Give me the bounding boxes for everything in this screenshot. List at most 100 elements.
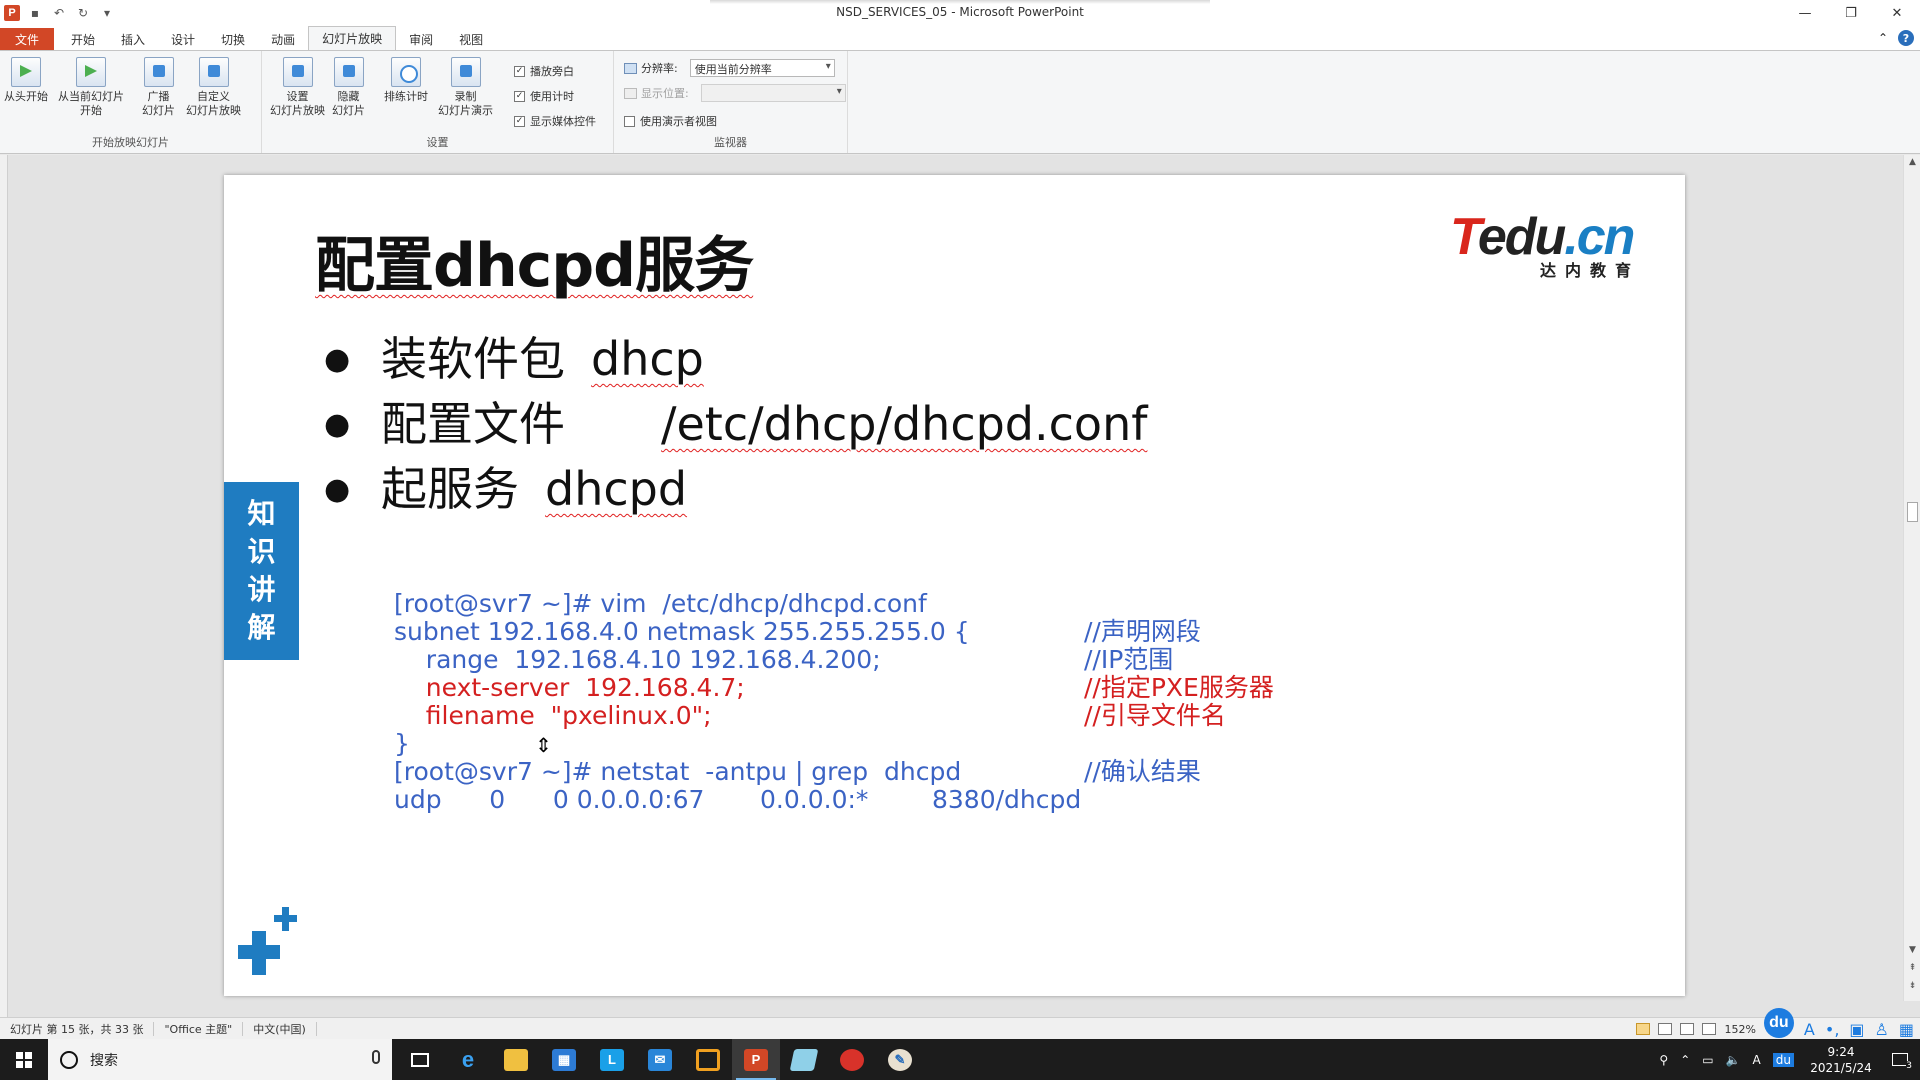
save-icon[interactable]: ▪ bbox=[26, 4, 44, 22]
taskbar-mail[interactable]: ✉ bbox=[636, 1039, 684, 1080]
ime-toolbox-icon[interactable]: ▣ bbox=[1849, 1020, 1864, 1039]
thumbnail-pane-collapsed[interactable] bbox=[0, 155, 8, 1017]
show-on-dropdown[interactable] bbox=[700, 84, 846, 102]
show-hidden-icons[interactable]: ⌃ bbox=[1680, 1053, 1690, 1067]
taskbar-remote-app[interactable] bbox=[684, 1039, 732, 1080]
previous-slide-icon[interactable]: ⇞ bbox=[1904, 963, 1920, 979]
ime-menu-icon[interactable]: ▦ bbox=[1899, 1020, 1914, 1039]
bullet-dot-icon: ● bbox=[324, 342, 351, 377]
tray-baidu-ime-icon[interactable]: du bbox=[1772, 1052, 1794, 1067]
slide-sorter-view-icon[interactable] bbox=[1658, 1023, 1673, 1035]
store-icon: ▦ bbox=[552, 1048, 576, 1071]
tab-review[interactable]: 审阅 bbox=[396, 28, 446, 50]
start-button[interactable] bbox=[0, 1039, 48, 1080]
restore-button[interactable]: ❐ bbox=[1828, 0, 1874, 26]
ime-mode-indicator[interactable]: A bbox=[1804, 1020, 1815, 1039]
code-comment: //IP范围 bbox=[1084, 645, 1174, 674]
play-narrations-checkbox[interactable]: ✓ 播放旁白 bbox=[514, 63, 574, 79]
taskbar-notepad[interactable] bbox=[780, 1039, 828, 1080]
next-slide-icon[interactable]: ⇟ bbox=[1904, 981, 1920, 997]
bullet-item[interactable]: ● 装软件包 dhcp bbox=[324, 330, 1147, 395]
custom-slide-show-button[interactable]: 自定义 幻灯片放映 bbox=[186, 57, 241, 118]
taskbar-file-explorer[interactable] bbox=[492, 1039, 540, 1080]
people-icon[interactable]: ⚲ bbox=[1659, 1053, 1668, 1067]
tab-animations[interactable]: 动画 bbox=[258, 28, 308, 50]
taskbar-clock[interactable]: 9:24 2021/5/24 bbox=[1806, 1044, 1876, 1076]
powerpoint-window: P ▪ ↶ ↻ ▾ NSD_SERVICES_05 - Microsoft Po… bbox=[0, 0, 1920, 1080]
ime-user-icon[interactable]: ♙ bbox=[1875, 1020, 1889, 1039]
knowledge-side-tag: 知 识 讲 解 bbox=[224, 482, 299, 660]
slide-canvas[interactable]: 配置dhcpd服务 Tedu.cn 达内教育 ● 装软件包 dhcp ● 配置文… bbox=[224, 175, 1685, 996]
system-tray: ⚲ ⌃ ▭ 🔈 A du 9:24 2021/5/24 3 bbox=[1659, 1039, 1920, 1080]
tab-design[interactable]: 设计 bbox=[158, 28, 208, 50]
record-slide-show-button[interactable]: 录制 幻灯片演示 bbox=[438, 57, 493, 118]
resolution-dropdown[interactable]: 使用当前分辨率 bbox=[689, 59, 835, 77]
taskbar-powerpoint[interactable]: P bbox=[732, 1039, 780, 1080]
windows-taskbar: 搜索 e ▦ L ✉ P ✎ ⚲ ⌃ ▭ 🔈 A du 9:24 2021/5/… bbox=[0, 1039, 1920, 1080]
window-title: NSD_SERVICES_05 - Microsoft PowerPoint bbox=[836, 5, 1084, 19]
volume-icon[interactable]: 🔈 bbox=[1726, 1053, 1741, 1067]
presenter-view-checkbox[interactable]: 使用演示者视图 bbox=[624, 113, 717, 129]
tab-view[interactable]: 视图 bbox=[446, 28, 496, 50]
help-icon[interactable]: ? bbox=[1898, 30, 1914, 46]
tab-insert[interactable]: 插入 bbox=[108, 28, 158, 50]
network-icon[interactable]: ▭ bbox=[1702, 1053, 1713, 1067]
tab-slide-show[interactable]: 幻灯片放映 bbox=[308, 26, 397, 50]
use-timings-checkbox[interactable]: ✓ 使用计时 bbox=[514, 88, 574, 104]
close-button[interactable]: ✕ bbox=[1874, 0, 1920, 26]
rehearse-timings-button[interactable]: 排练计时 bbox=[384, 57, 428, 104]
broadcast-slide-show-button[interactable]: 广播 幻灯片 bbox=[142, 57, 175, 118]
powerpoint-app-icon[interactable]: P bbox=[4, 5, 20, 21]
window-controls: — ❐ ✕ bbox=[1782, 0, 1920, 26]
tab-transitions[interactable]: 切换 bbox=[208, 28, 258, 50]
theme-name[interactable]: "Office 主题" bbox=[154, 1021, 244, 1036]
zoom-level[interactable]: 152% bbox=[1724, 1023, 1755, 1036]
tray-ime-mode[interactable]: A bbox=[1753, 1053, 1761, 1067]
reading-view-icon[interactable] bbox=[1680, 1023, 1695, 1035]
slide-show-view-icon[interactable] bbox=[1702, 1023, 1717, 1035]
checkbox-unchecked-icon bbox=[624, 115, 635, 127]
bullet-item[interactable]: ● 配置文件 /etc/dhcp/dhcpd.conf bbox=[324, 395, 1147, 460]
taskbar-paint-app[interactable]: ✎ bbox=[876, 1039, 924, 1080]
undo-icon[interactable]: ↶ bbox=[50, 4, 68, 22]
vertical-scrollbar[interactable]: ▲ ▼ ⇞ ⇟ bbox=[1903, 155, 1920, 1001]
from-current-slide-button[interactable]: 从当前幻灯片 开始 bbox=[58, 57, 124, 118]
setup-slide-show-button[interactable]: 设置 幻灯片放映 bbox=[270, 57, 325, 118]
normal-view-icon[interactable] bbox=[1636, 1023, 1651, 1035]
code-comment-highlight: //指定PXE服务器 bbox=[1084, 673, 1274, 702]
action-center-button[interactable]: 3 bbox=[1888, 1049, 1912, 1071]
show-media-controls-checkbox[interactable]: ✓ 显示媒体控件 bbox=[514, 113, 596, 129]
language-indicator[interactable]: 中文(中国) bbox=[243, 1021, 317, 1036]
microphone-icon[interactable] bbox=[372, 1050, 380, 1064]
quick-access-toolbar: P ▪ ↶ ↻ ▾ bbox=[0, 0, 116, 26]
tab-home[interactable]: 开始 bbox=[58, 28, 108, 50]
taskbar-search-box[interactable]: 搜索 bbox=[48, 1039, 392, 1080]
taskbar-l-app[interactable]: L bbox=[588, 1039, 636, 1080]
minimize-button[interactable]: — bbox=[1782, 0, 1828, 26]
status-right: 152% du A •, ▣ ♙ ▦ bbox=[1636, 1008, 1920, 1040]
hide-slide-button[interactable]: 隐藏 幻灯片 bbox=[332, 57, 365, 118]
slide-counter: 幻灯片 第 15 张，共 33 张 bbox=[0, 1021, 155, 1036]
cortana-icon bbox=[60, 1050, 78, 1069]
taskbar-snail-app[interactable] bbox=[828, 1039, 876, 1080]
l-app-icon: L bbox=[600, 1048, 624, 1071]
taskbar-store[interactable]: ▦ bbox=[540, 1039, 588, 1080]
from-beginning-button[interactable]: 从头开始 bbox=[4, 57, 48, 104]
taskbar-edge[interactable]: e bbox=[444, 1039, 492, 1080]
customize-quick-access-icon[interactable]: ▾ bbox=[98, 4, 116, 22]
redo-icon[interactable]: ↻ bbox=[74, 4, 92, 22]
scroll-thumb[interactable] bbox=[1907, 502, 1918, 522]
collapse-ribbon-icon[interactable]: ⌃ bbox=[1878, 31, 1888, 45]
group-label-monitors: 监视器 bbox=[714, 136, 747, 149]
baidu-ime-icon[interactable]: du bbox=[1763, 1008, 1794, 1038]
slide-title[interactable]: 配置dhcpd服务 bbox=[315, 217, 754, 304]
play-icon bbox=[11, 57, 41, 87]
tab-file[interactable]: 文件 bbox=[0, 28, 54, 50]
bullet-item[interactable]: ● 起服务 dhcpd bbox=[324, 460, 1147, 525]
remote-app-icon bbox=[696, 1048, 720, 1071]
scroll-up-icon[interactable]: ▲ bbox=[1904, 157, 1920, 173]
ime-punctuation-icon[interactable]: •, bbox=[1825, 1020, 1840, 1039]
bullet-list[interactable]: ● 装软件包 dhcp ● 配置文件 /etc/dhcp/dhcpd.conf … bbox=[324, 330, 1147, 525]
task-view-button[interactable] bbox=[396, 1039, 444, 1080]
scroll-down-icon[interactable]: ▼ bbox=[1904, 945, 1920, 961]
